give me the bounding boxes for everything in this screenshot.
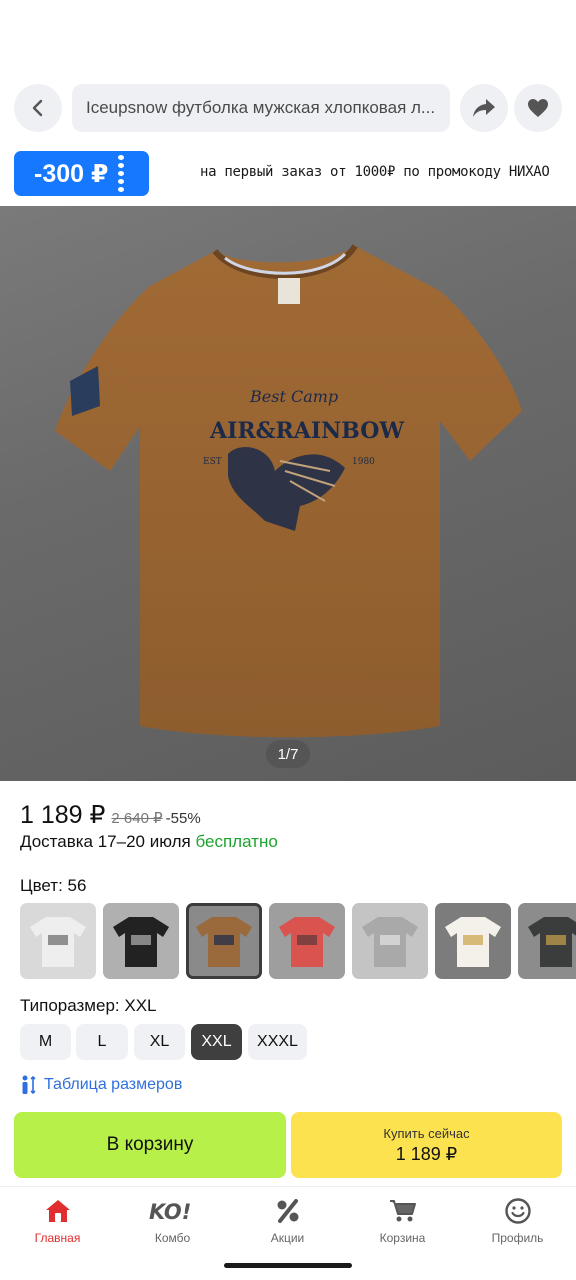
delivery-info: Доставка 17–20 июля бесплатно [20, 832, 278, 852]
size-table-link[interactable]: Таблица размеров [20, 1075, 182, 1095]
size-chart-icon [22, 1075, 36, 1095]
nav-label-promos: Акции [270, 1231, 305, 1245]
size-option-xl[interactable]: XL [134, 1024, 185, 1060]
size-label: Типоразмер: XXL [20, 996, 157, 1015]
chevron-left-icon [32, 99, 43, 117]
color-swatch[interactable] [20, 903, 96, 979]
percent-icon [277, 1199, 298, 1223]
size-option-xxl[interactable]: XXL [191, 1024, 242, 1060]
discount-percent: -55% [165, 810, 201, 827]
buy-now-button[interactable]: Купить сейчас 1 189 ₽ [291, 1112, 562, 1178]
promo-banner[interactable]: -300 ₽ на первый заказ от 1000₽ по промо… [14, 151, 562, 197]
color-swatch[interactable] [435, 903, 511, 979]
color-swatch[interactable] [103, 903, 179, 979]
size-option-xxxl[interactable]: XXXL [248, 1024, 307, 1060]
coupon-amount: -300 ₽ [34, 159, 109, 188]
nav-item-profile[interactable]: Профиль [460, 1195, 575, 1251]
coupon-badge[interactable]: -300 ₽ [14, 151, 149, 196]
share-arrow-icon [473, 99, 495, 117]
tshirt-image: Best Camp AIR&RAINBOW EST 1980 [55, 244, 522, 738]
nav-item-cart[interactable]: Корзина [345, 1195, 460, 1251]
buy-now-price: 1 189 ₽ [395, 1143, 458, 1164]
color-swatch[interactable] [518, 903, 576, 979]
nav-item-promos[interactable]: Акции [230, 1195, 345, 1251]
home-icon [45, 1200, 70, 1222]
promo-text: на первый заказ от 1000₽ по промокоду НИ… [200, 164, 550, 180]
color-swatches [20, 903, 576, 979]
svg-text:EST: EST [203, 457, 222, 467]
heart-icon [528, 99, 548, 117]
back-button[interactable] [14, 84, 62, 132]
svg-text:Best Camp: Best Camp [249, 387, 338, 406]
nav-label-home: Главная [34, 1231, 81, 1245]
nav-label-combo: Комбо [154, 1231, 191, 1245]
nav-label-profile: Профиль [491, 1231, 544, 1245]
svg-text:AIR&RAINBOW: AIR&RAINBOW [209, 418, 404, 444]
color-swatch[interactable] [186, 903, 262, 979]
home-indicator [224, 1263, 352, 1268]
delivery-free: бесплатно [195, 832, 278, 851]
nav-label-cart: Корзина [379, 1231, 426, 1245]
search-text: Iceupsnow футболка мужская хлопковая л..… [86, 98, 436, 117]
share-button[interactable] [460, 84, 508, 132]
size-table-label: Таблица размеров [44, 1076, 183, 1093]
coupon-perforation [118, 155, 124, 192]
old-price: 2 640 ₽ [111, 810, 163, 827]
size-option-l[interactable]: L [76, 1024, 128, 1060]
cart-icon [389, 1200, 416, 1222]
product-image-gallery[interactable]: Best Camp AIR&RAINBOW EST 1980 1/7 [0, 206, 576, 781]
color-swatch[interactable] [269, 903, 345, 979]
size-option-m[interactable]: M [20, 1024, 71, 1060]
image-counter: 1/7 [266, 740, 310, 768]
add-to-cart-button[interactable]: В корзину [14, 1112, 286, 1178]
nav-item-combo[interactable]: KO! Комбо [115, 1195, 230, 1251]
buy-now-label: Купить сейчас [383, 1125, 470, 1141]
favorite-button[interactable] [514, 84, 562, 132]
nav-item-home[interactable]: Главная [0, 1195, 115, 1251]
svg-text:KO!: KO! [149, 1200, 191, 1224]
color-swatch[interactable] [352, 903, 428, 979]
color-label: Цвет: 56 [20, 876, 87, 895]
ko-logo-icon: KO! [149, 1200, 191, 1224]
svg-text:1980: 1980 [352, 457, 375, 467]
price-row: 1 189 ₽ 2 640 ₽ -55% [20, 800, 201, 830]
bottom-navigation: Главная KO! Комбо Акции Корзина Профиль [0, 1186, 576, 1280]
profile-icon [504, 1198, 531, 1224]
current-price: 1 189 ₽ [20, 801, 106, 829]
delivery-dates: Доставка 17–20 июля [20, 832, 191, 851]
search-bar[interactable]: Iceupsnow футболка мужская хлопковая л..… [72, 84, 450, 132]
header: Iceupsnow футболка мужская хлопковая л..… [0, 84, 576, 132]
